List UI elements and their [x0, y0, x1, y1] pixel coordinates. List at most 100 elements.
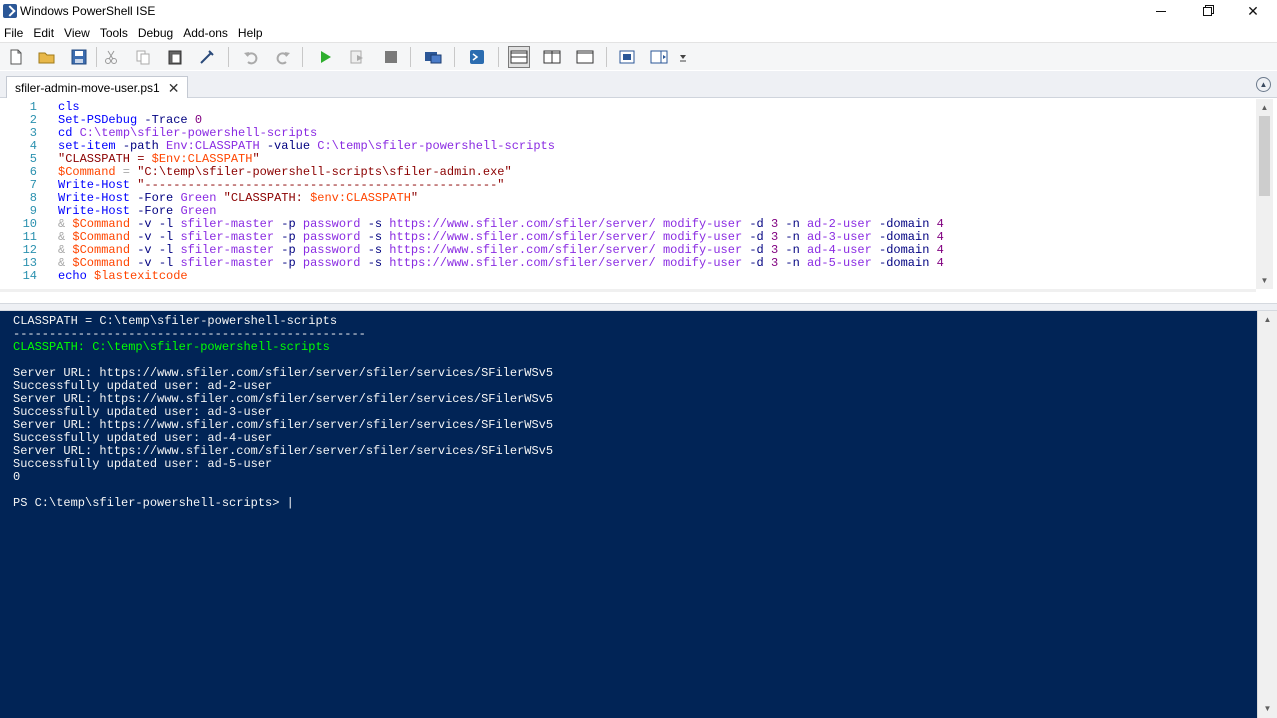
console-line: CLASSPATH: C:\temp\sfiler-powershell-scr…: [13, 340, 330, 354]
new-button[interactable]: [5, 46, 27, 68]
code-token: &: [58, 217, 73, 231]
remote-powershell-button[interactable]: [422, 46, 444, 68]
menu-view[interactable]: View: [59, 24, 95, 42]
code-token: sfiler-master: [180, 243, 282, 257]
toolbar-overflow-button[interactable]: [676, 46, 690, 68]
console-line: Successfully updated user: ad-5-user: [13, 457, 273, 471]
menu-add-ons[interactable]: Add-ons: [178, 24, 233, 42]
close-tab-icon[interactable]: ✕: [168, 81, 180, 95]
layout-top-button[interactable]: [508, 46, 530, 68]
undo-button[interactable]: [240, 46, 262, 68]
script-editor[interactable]: 1 cls 2 Set-PSDebug -Trace 0 3 cd C:\temp\sfi…: [0, 99, 1277, 292]
code-token: ": [252, 152, 260, 166]
code-token: -d: [749, 230, 771, 244]
script-tab-strip: sfiler-admin-move-user.ps1 ✕ ▲: [0, 71, 1277, 98]
console-prompt: PS C:\temp\sfiler-powershell-scripts> |: [13, 496, 294, 510]
code-token: Set-PSDebug: [58, 113, 145, 127]
undo-icon: [244, 52, 258, 65]
code-token: https://www.sfiler.com/sfiler/server/ mo…: [389, 230, 750, 244]
scrollbar-thumb[interactable]: [1259, 116, 1270, 196]
clear-console-button[interactable]: [196, 46, 218, 68]
scroll-up-icon[interactable]: ▲: [1259, 311, 1276, 328]
pane-splitter[interactable]: [0, 303, 1277, 311]
code-token: C:\temp\sfiler-powershell-scripts: [317, 139, 555, 153]
show-command-addon-button[interactable]: [649, 46, 671, 68]
code-token: Green: [180, 204, 217, 218]
editor-vertical-scrollbar[interactable]: ▲ ▼: [1256, 99, 1273, 289]
code-token: -v -l: [137, 217, 181, 231]
menu-edit[interactable]: Edit: [28, 24, 59, 42]
layout-right-button[interactable]: [541, 46, 563, 68]
code-token: -Fore: [137, 204, 181, 218]
code-token: $env:CLASSPATH: [310, 191, 411, 205]
layout-max-icon: [576, 50, 594, 64]
code-token: -s: [367, 230, 390, 244]
toolbar-separator: [96, 47, 97, 67]
run-script-icon: [321, 51, 331, 63]
maximize-button[interactable]: [1184, 0, 1230, 23]
menu-tools[interactable]: Tools: [95, 24, 133, 42]
code-token: 3: [770, 230, 786, 244]
remote-powershell-icon: [425, 52, 442, 64]
open-icon: [38, 52, 55, 64]
code-token: =: [115, 165, 138, 179]
scroll-down-icon[interactable]: ▼: [1256, 272, 1273, 289]
menu-bar: File Edit View Tools Debug Add-ons Help: [0, 24, 1277, 42]
start-powershell-button[interactable]: [466, 46, 488, 68]
menu-file[interactable]: File: [0, 24, 28, 42]
menu-help[interactable]: Help: [233, 24, 268, 42]
code-token: &: [58, 243, 73, 257]
toolbar-separator: [410, 47, 411, 67]
start-powershell-icon: [470, 50, 484, 64]
code-token: -domain: [879, 230, 937, 244]
copy-button[interactable]: [132, 46, 154, 68]
code-token: ad-3-user: [806, 230, 879, 244]
toolbar: [0, 42, 1277, 70]
run-selection-button[interactable]: [346, 46, 368, 68]
menu-debug[interactable]: Debug: [133, 24, 178, 42]
save-button[interactable]: [68, 46, 90, 68]
code-token: -d: [749, 256, 771, 270]
editor-horizontal-scrollbar[interactable]: [0, 289, 1256, 292]
tab-sfiler-admin-move-user[interactable]: sfiler-admin-move-user.ps1 ✕: [6, 76, 189, 98]
toolbar-separator: [454, 47, 455, 67]
code-token: $Command: [58, 165, 116, 179]
scroll-up-icon[interactable]: ▲: [1256, 99, 1273, 116]
collapse-script-pane-button[interactable]: ▲: [1256, 77, 1271, 92]
minimize-button[interactable]: [1138, 0, 1184, 23]
code-line[interactable]: 13 & $Command -v -l sfiler-master -p pass…: [0, 257, 1255, 270]
code-line[interactable]: 14 echo $lastexitcode: [0, 270, 1255, 283]
code-token: password: [302, 217, 368, 231]
redo-button[interactable]: [272, 46, 294, 68]
paste-button[interactable]: [164, 46, 186, 68]
code-text: & $Command -v -l sfiler-master -p passwo…: [58, 257, 944, 270]
open-button[interactable]: [36, 46, 58, 68]
code-token: -d: [749, 217, 771, 231]
layout-max-button[interactable]: [574, 46, 596, 68]
console-vertical-scrollbar[interactable]: ▲ ▼: [1257, 311, 1277, 718]
code-token: cls: [58, 100, 80, 114]
code-token: 3: [770, 243, 786, 257]
code-token: sfiler-master: [180, 230, 282, 244]
code-token: -domain: [879, 217, 937, 231]
show-script-pane-button[interactable]: [617, 46, 639, 68]
console-pane[interactable]: CLASSPATH = C:\temp\sfiler-powershell-sc…: [0, 311, 1257, 718]
code-token: &: [58, 256, 73, 270]
close-icon: ✕: [1247, 3, 1259, 19]
code-token: cd: [58, 126, 80, 140]
close-button[interactable]: ✕: [1230, 0, 1276, 23]
show-command-addon-icon: [650, 50, 668, 64]
cut-button[interactable]: [100, 46, 122, 68]
code-token: -p: [281, 243, 303, 257]
run-script-button[interactable]: [314, 46, 336, 68]
stop-icon: [385, 51, 397, 63]
copy-icon: [136, 50, 150, 65]
stop-button[interactable]: [380, 46, 402, 68]
scroll-down-icon[interactable]: ▼: [1259, 700, 1276, 717]
code-token: -p: [281, 256, 303, 270]
code-token: $Command: [72, 243, 138, 257]
code-token: -n: [785, 217, 807, 231]
code-token: -Trace: [144, 113, 195, 127]
layout-top-icon: [510, 50, 528, 64]
code-token: -s: [367, 217, 390, 231]
